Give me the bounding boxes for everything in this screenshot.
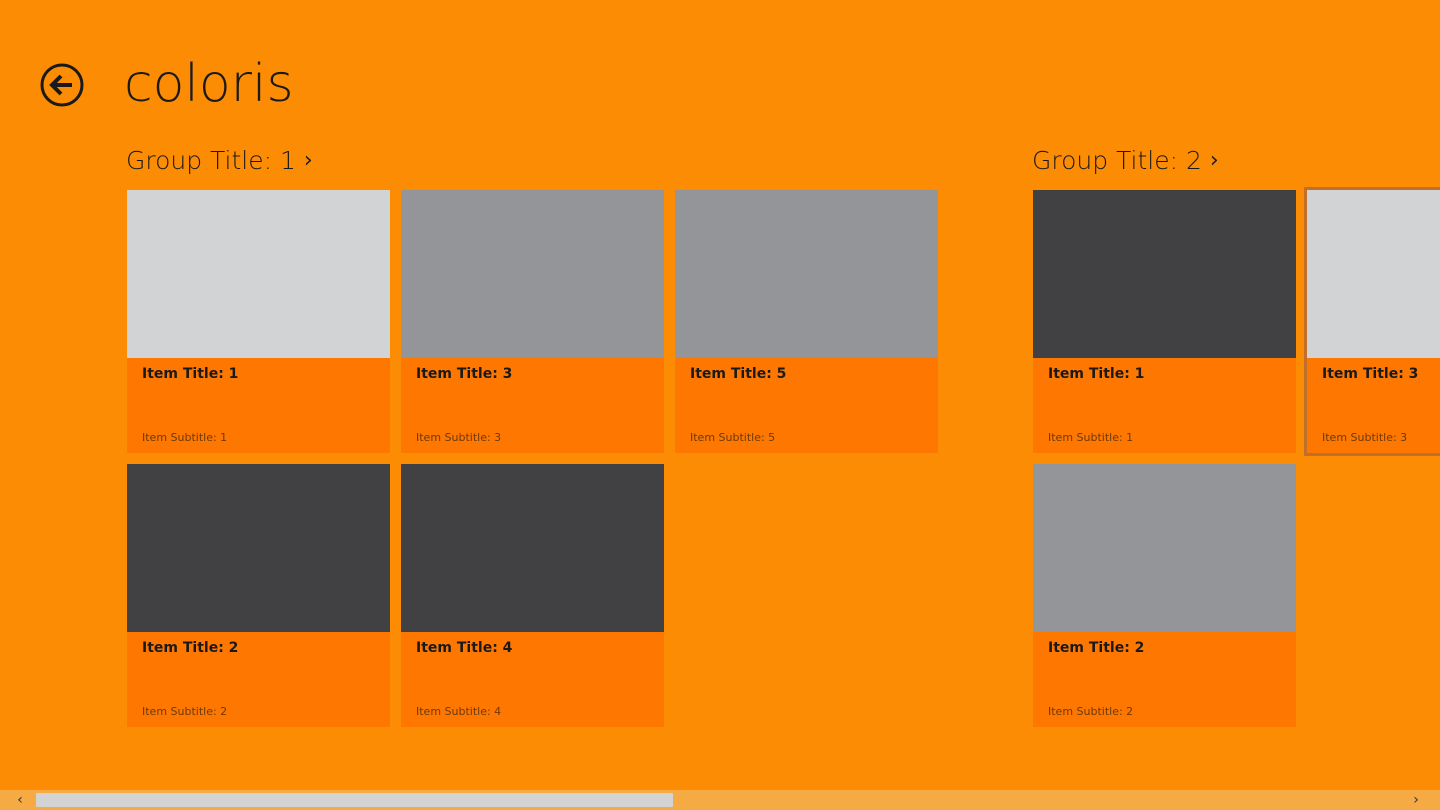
item-title: Item Title: 4 [416, 640, 513, 656]
tile-info: Item Title: 2 Item Subtitle: 2 [127, 632, 390, 727]
item-tile[interactable]: Item Title: 1 Item Subtitle: 1 [127, 190, 390, 453]
horizontal-scrollbar[interactable]: ‹ › [0, 790, 1440, 810]
item-title: Item Title: 2 [142, 640, 239, 656]
item-subtitle: Item Subtitle: 5 [690, 431, 776, 444]
item-title: Item Title: 5 [690, 366, 787, 382]
tile-info: Item Title: 3 Item Subtitle: 3 [401, 358, 664, 453]
item-subtitle: Item Subtitle: 4 [416, 705, 502, 718]
item-tile[interactable]: Item Title: 5 Item Subtitle: 5 [675, 190, 938, 453]
group-header-2[interactable]: Group Title: 2 › [1032, 142, 1219, 178]
item-subtitle: Item Subtitle: 3 [1322, 431, 1408, 444]
group-header-1[interactable]: Group Title: 1 › [126, 142, 313, 178]
item-title: Item Title: 3 [1322, 366, 1419, 382]
item-subtitle: Item Subtitle: 1 [1048, 431, 1134, 444]
app-page: coloris Group Title: 1 › Group Title: 2 … [0, 0, 1440, 810]
tile-image [1033, 190, 1296, 358]
item-subtitle: Item Subtitle: 3 [416, 431, 502, 444]
tile-image [675, 190, 938, 358]
tile-info: Item Title: 5 Item Subtitle: 5 [675, 358, 938, 453]
item-title: Item Title: 1 [1048, 366, 1145, 382]
tile-image [1307, 190, 1440, 358]
item-tile[interactable]: Item Title: 2 Item Subtitle: 2 [1033, 464, 1296, 727]
item-subtitle: Item Subtitle: 2 [142, 705, 228, 718]
scroll-right-icon[interactable]: › [1400, 790, 1432, 810]
back-arrow-icon [40, 63, 84, 107]
tile-info: Item Title: 1 Item Subtitle: 1 [127, 358, 390, 453]
scrollbar-thumb[interactable] [36, 793, 673, 807]
item-tile[interactable]: Item Title: 1 Item Subtitle: 1 [1033, 190, 1296, 453]
item-subtitle: Item Subtitle: 1 [142, 431, 228, 444]
tile-image [401, 190, 664, 358]
item-tile[interactable]: Item Title: 2 Item Subtitle: 2 [127, 464, 390, 727]
scroll-left-icon[interactable]: ‹ [4, 790, 36, 810]
item-tile[interactable]: Item Title: 3 Item Subtitle: 3 [401, 190, 664, 453]
item-title: Item Title: 2 [1048, 640, 1145, 656]
chevron-right-icon: › [303, 148, 313, 173]
group-title: Group Title: 2 [1032, 145, 1202, 175]
tile-image [127, 464, 390, 632]
back-button[interactable] [40, 63, 84, 107]
item-title: Item Title: 3 [416, 366, 513, 382]
tile-info: Item Title: 4 Item Subtitle: 4 [401, 632, 664, 727]
item-subtitle: Item Subtitle: 2 [1048, 705, 1134, 718]
item-tile[interactable]: Item Title: 4 Item Subtitle: 4 [401, 464, 664, 727]
item-tile-selected[interactable]: Item Title: 3 Item Subtitle: 3 [1304, 187, 1440, 456]
page-title: coloris [124, 54, 294, 114]
tile-info: Item Title: 1 Item Subtitle: 1 [1033, 358, 1296, 453]
tile-image [127, 190, 390, 358]
chevron-right-icon: › [1209, 148, 1219, 173]
tile-info: Item Title: 2 Item Subtitle: 2 [1033, 632, 1296, 727]
item-title: Item Title: 1 [142, 366, 239, 382]
tile-info: Item Title: 3 Item Subtitle: 3 [1307, 358, 1440, 453]
tile-image [1033, 464, 1296, 632]
group-title: Group Title: 1 [126, 145, 296, 175]
tile-image [401, 464, 664, 632]
